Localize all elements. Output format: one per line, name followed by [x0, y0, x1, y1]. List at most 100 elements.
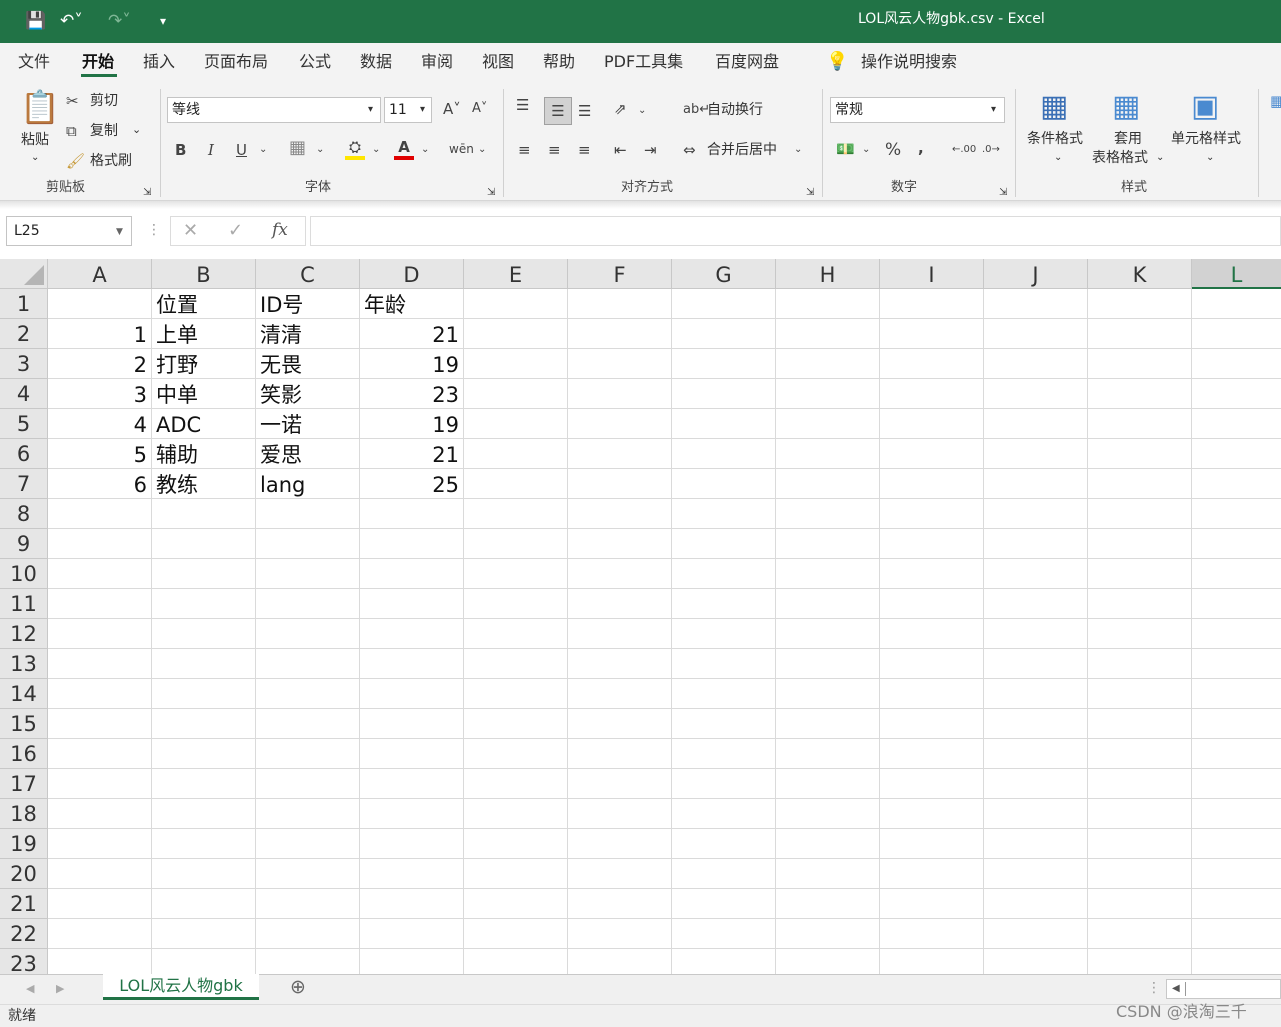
cell-a3[interactable]: 2 — [48, 349, 152, 379]
cell-e23[interactable] — [464, 949, 568, 974]
cell-b5[interactable]: ADC — [152, 409, 256, 439]
cell-h4[interactable] — [776, 379, 880, 409]
font-color-icon[interactable]: A — [394, 138, 414, 160]
row-header-13[interactable]: 13 — [0, 649, 48, 679]
cell-k23[interactable] — [1088, 949, 1192, 974]
fill-color-dropdown-icon[interactable]: ⌄ — [372, 140, 380, 160]
cell-e11[interactable] — [464, 589, 568, 619]
cell-c5[interactable]: 一诺 — [256, 409, 360, 439]
cell-j20[interactable] — [984, 859, 1088, 889]
cell-k17[interactable] — [1088, 769, 1192, 799]
cell-b14[interactable] — [152, 679, 256, 709]
paste-icon[interactable]: 📋 — [20, 89, 60, 125]
cell-i8[interactable] — [880, 499, 984, 529]
cell-c3[interactable]: 无畏 — [256, 349, 360, 379]
cell-f3[interactable] — [568, 349, 672, 379]
cell-a19[interactable] — [48, 829, 152, 859]
cell-j18[interactable] — [984, 799, 1088, 829]
cell-a7[interactable]: 6 — [48, 469, 152, 499]
cell-d20[interactable] — [360, 859, 464, 889]
phonetic-guide-icon[interactable]: wēn — [449, 139, 474, 159]
cell-l16[interactable] — [1192, 739, 1281, 769]
cell-d19[interactable] — [360, 829, 464, 859]
cell-g20[interactable] — [672, 859, 776, 889]
cell-l19[interactable] — [1192, 829, 1281, 859]
paste-button[interactable]: 粘贴 — [21, 131, 49, 149]
select-all-corner[interactable] — [0, 259, 48, 289]
cell-j17[interactable] — [984, 769, 1088, 799]
cell-h9[interactable] — [776, 529, 880, 559]
cell-i12[interactable] — [880, 619, 984, 649]
cell-f13[interactable] — [568, 649, 672, 679]
cell-c1[interactable]: ID号 — [256, 289, 360, 319]
cell-b16[interactable] — [152, 739, 256, 769]
cell-k3[interactable] — [1088, 349, 1192, 379]
cell-a22[interactable] — [48, 919, 152, 949]
tab-view[interactable]: 视图 — [482, 52, 514, 72]
cell-j10[interactable] — [984, 559, 1088, 589]
cell-l5[interactable] — [1192, 409, 1281, 439]
cell-k7[interactable] — [1088, 469, 1192, 499]
cell-d3[interactable]: 19 — [360, 349, 464, 379]
cell-d17[interactable] — [360, 769, 464, 799]
cell-e12[interactable] — [464, 619, 568, 649]
cell-l6[interactable] — [1192, 439, 1281, 469]
decrease-font-size-icon[interactable]: A˅ — [472, 99, 487, 119]
name-box[interactable]: L25 — [6, 216, 132, 246]
number-format-select[interactable]: 常规 — [830, 97, 1005, 123]
cell-k19[interactable] — [1088, 829, 1192, 859]
cell-d6[interactable]: 21 — [360, 439, 464, 469]
cell-e3[interactable] — [464, 349, 568, 379]
cell-i2[interactable] — [880, 319, 984, 349]
cell-k14[interactable] — [1088, 679, 1192, 709]
cell-a16[interactable] — [48, 739, 152, 769]
cell-j12[interactable] — [984, 619, 1088, 649]
row-header-14[interactable]: 14 — [0, 679, 48, 709]
tell-me-search[interactable]: 操作说明搜索 — [861, 52, 957, 72]
conditional-formatting-button[interactable]: 条件格式 — [1027, 130, 1083, 148]
align-bottom-icon[interactable]: ☰ — [578, 101, 591, 121]
tab-review[interactable]: 审阅 — [421, 52, 453, 72]
cell-i16[interactable] — [880, 739, 984, 769]
cell-styles-dropdown-icon[interactable]: ⌄ — [1206, 149, 1214, 167]
cell-f7[interactable] — [568, 469, 672, 499]
cell-e13[interactable] — [464, 649, 568, 679]
cell-j22[interactable] — [984, 919, 1088, 949]
percent-style-icon[interactable]: % — [885, 140, 901, 160]
cell-b23[interactable] — [152, 949, 256, 974]
cell-b9[interactable] — [152, 529, 256, 559]
cell-d15[interactable] — [360, 709, 464, 739]
cell-b4[interactable]: 中单 — [152, 379, 256, 409]
cell-b12[interactable] — [152, 619, 256, 649]
scroll-left-icon[interactable]: ◀ — [1172, 980, 1180, 998]
cell-c12[interactable] — [256, 619, 360, 649]
copy-dropdown-icon[interactable]: ⌄ — [132, 121, 141, 139]
cell-c10[interactable] — [256, 559, 360, 589]
cell-b3[interactable]: 打野 — [152, 349, 256, 379]
insert-function-icon[interactable]: fx — [272, 220, 288, 240]
column-header-b[interactable]: B — [152, 259, 256, 289]
tab-split-grip-icon[interactable]: ⋮ — [1147, 979, 1161, 997]
cell-g15[interactable] — [672, 709, 776, 739]
cell-g17[interactable] — [672, 769, 776, 799]
column-header-e[interactable]: E — [464, 259, 568, 289]
increase-indent-icon[interactable]: ⇥ — [644, 140, 657, 160]
cell-j1[interactable] — [984, 289, 1088, 319]
cell-j8[interactable] — [984, 499, 1088, 529]
column-header-h[interactable]: H — [776, 259, 880, 289]
cell-a6[interactable]: 5 — [48, 439, 152, 469]
merge-dropdown-icon[interactable]: ⌄ — [794, 140, 802, 160]
cell-j9[interactable] — [984, 529, 1088, 559]
cell-k9[interactable] — [1088, 529, 1192, 559]
cancel-icon[interactable]: ✕ — [183, 221, 198, 241]
cell-f16[interactable] — [568, 739, 672, 769]
row-header-11[interactable]: 11 — [0, 589, 48, 619]
row-header-20[interactable]: 20 — [0, 859, 48, 889]
cell-d22[interactable] — [360, 919, 464, 949]
cell-f11[interactable] — [568, 589, 672, 619]
row-header-9[interactable]: 9 — [0, 529, 48, 559]
row-header-19[interactable]: 19 — [0, 829, 48, 859]
bold-icon[interactable]: B — [175, 140, 186, 160]
cell-g3[interactable] — [672, 349, 776, 379]
cell-l22[interactable] — [1192, 919, 1281, 949]
